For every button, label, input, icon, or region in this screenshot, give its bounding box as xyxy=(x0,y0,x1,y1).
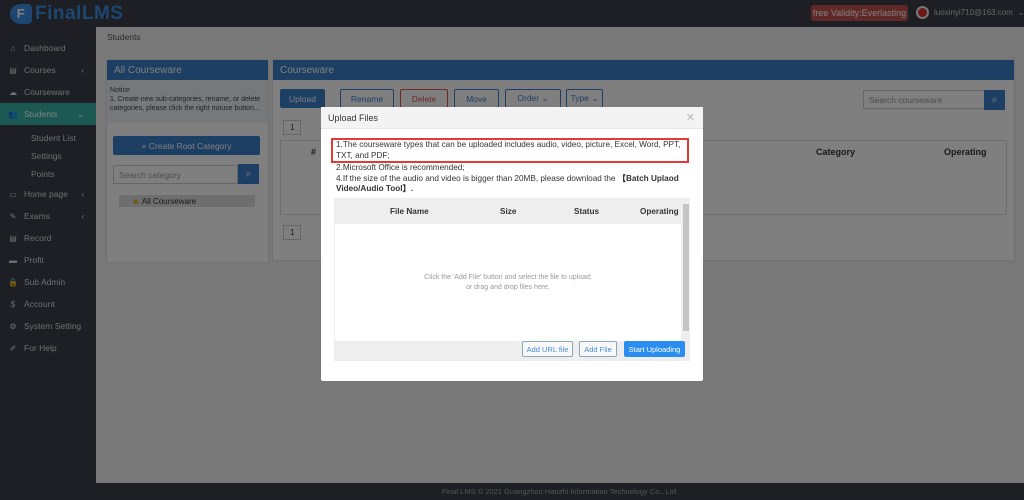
scrollbar[interactable] xyxy=(683,204,689,331)
col-operating: Operating xyxy=(640,206,679,216)
dialog-title: Upload Files xyxy=(328,112,379,123)
upload-file-table: File Name Size Status Operating Click th… xyxy=(334,198,690,361)
empty-hint-1: Click the 'Add File' button and select t… xyxy=(424,273,592,281)
col-status: Status xyxy=(574,206,600,216)
add-url-file-button[interactable]: Add URL file xyxy=(522,341,573,357)
add-file-button[interactable]: Add File xyxy=(579,341,617,357)
note-4: 4.If the size of the audio and video is … xyxy=(336,174,689,195)
start-uploading-button[interactable]: Start Uploading xyxy=(624,341,685,357)
col-size: Size xyxy=(500,206,517,216)
col-file-name: File Name xyxy=(390,206,429,216)
drop-zone[interactable]: Click the 'Add File' button and select t… xyxy=(335,224,681,341)
empty-hint-2: or drag and drop files here. xyxy=(465,283,551,291)
upload-notes: 1.The courseware types that can be uploa… xyxy=(331,138,689,195)
note-4-text: 4.If the size of the audio and video is … xyxy=(336,173,618,183)
highlighted-note: 1.The courseware types that can be uploa… xyxy=(331,138,689,163)
close-icon[interactable]: ✕ xyxy=(686,111,695,124)
note-2: 2.Microsoft Office is recommended; xyxy=(336,163,465,172)
upload-files-dialog: Upload Files ✕ 1.The courseware types tha… xyxy=(321,107,703,381)
